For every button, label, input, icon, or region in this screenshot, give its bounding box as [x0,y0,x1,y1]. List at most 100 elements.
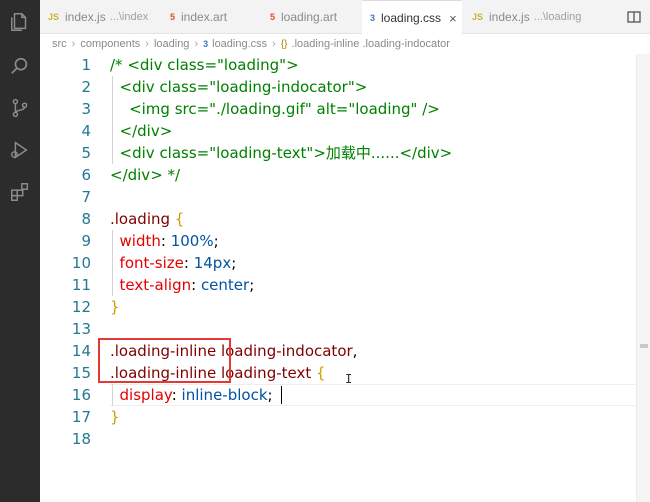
line-number: 9 [81,232,91,250]
run-debug-icon[interactable] [8,138,32,162]
colon: : [171,386,182,404]
semicolon: ; [213,232,219,250]
line-number: 8 [81,210,91,228]
code-line: </div> [110,120,173,142]
code-line: </div> */ [110,164,180,186]
semicolon: ; [231,254,237,272]
tab-label: loading.art [281,10,338,24]
comma: , [352,342,358,360]
tab-description: ...\loading [533,11,582,23]
line-number: 7 [81,188,91,206]
html-file-icon: 5 [170,12,176,22]
code-line: } [110,406,120,428]
tab-label: loading.css [381,11,442,25]
css-value: 100% [170,232,214,250]
colon: : [183,254,194,272]
css-file-icon: 3 [370,13,376,23]
html-file-icon: 5 [270,12,276,22]
breadcrumb-file[interactable]: loading.css [212,38,267,50]
semicolon: ; [267,386,273,404]
line-number: 16 [71,386,91,404]
tab-index-js-loading[interactable]: JS index.js ...\loading [464,0,584,34]
line-number: 15 [71,364,91,382]
css-selector: loading-indocator [216,342,353,360]
annotation-highlight-box [98,338,231,383]
css-selector: .loading [110,210,171,228]
activity-bar [0,0,40,502]
chevron-right-icon: › [194,38,199,50]
line-number: 13 [71,320,91,338]
files-icon[interactable] [8,10,32,34]
scroll-marker [640,344,648,348]
tab-label: index.js [489,10,530,24]
line-number: 6 [81,166,91,184]
search-icon[interactable] [8,54,32,78]
code-line: <div class="loading-indocator"> [110,76,368,98]
brace: } [110,408,120,426]
code-line: <img src="./loading.gif" alt="loading" /… [110,98,440,120]
css-property: display [110,386,172,404]
extensions-icon[interactable] [8,180,32,204]
brace: { [170,210,185,228]
css-property: text-align [110,276,192,294]
comment-text: <div class="loading-indocator"> [110,78,368,96]
colon: : [160,232,171,250]
tab-index-js-index[interactable]: JS index.js ...\index [40,0,152,34]
code-line: font-size: 14px; [110,252,237,274]
breadcrumb-item[interactable]: components [80,38,140,50]
css-file-icon: 3 [203,39,209,49]
symbol-icon: {} [280,38,288,50]
source-control-icon[interactable] [8,96,32,120]
split-editor-icon[interactable] [626,9,642,25]
line-number: 11 [71,276,91,294]
code-line: <div class="loading-text">加载中......</div… [110,142,453,164]
semicolon: ; [249,276,255,294]
tab-loading-art[interactable]: 5 loading.art [262,0,362,34]
close-icon[interactable]: × [449,11,457,26]
chevron-right-icon: › [71,38,76,50]
tab-description: ...\index [109,11,149,23]
line-number: 4 [81,122,91,140]
line-number: 12 [71,298,91,316]
line-number: 3 [81,100,91,118]
line-number: 18 [71,430,91,448]
comment-text: /* <div class="loading"> [110,56,299,74]
comment-text: <img src="./loading.gif" alt="loading" /… [110,100,440,118]
line-number: 17 [71,408,91,426]
css-property: font-size [110,254,184,272]
comment-text: </div> [110,122,173,140]
tab-bar: JS index.js ...\index 5 index.art 5 load… [40,0,650,35]
breadcrumb-item[interactable]: loading [154,38,189,50]
brace: } [110,298,120,316]
tab-label: index.js [65,10,106,24]
code-line: width: 100%; [110,230,219,252]
text-cursor [281,386,282,404]
brace: { [311,364,326,382]
chevron-right-icon: › [272,38,276,50]
tab-loading-css[interactable]: 3 loading.css × [362,0,462,35]
js-file-icon: JS [48,12,60,22]
css-value: center [200,276,250,294]
code-line: display: inline-block; [110,384,273,406]
breadcrumb-item[interactable]: src [52,38,67,50]
code-line: } [110,296,120,318]
breadcrumb: src › components › loading › 3 loading.c… [40,34,650,54]
line-number: 14 [71,342,91,360]
chevron-right-icon: › [145,38,149,50]
line-number: 5 [81,144,91,162]
css-value: 14px [193,254,232,272]
tab-index-art[interactable]: 5 index.art [162,0,258,34]
code-line: text-align: center; [110,274,255,296]
line-number: 2 [81,78,91,96]
line-number: 10 [71,254,91,272]
css-value: inline-block [181,386,268,404]
mouse-ibeam-icon: I [345,372,353,386]
breadcrumb-symbol[interactable]: .loading-inline .loading-indocator [292,38,450,50]
line-number: 1 [81,56,91,74]
colon: : [191,276,201,294]
css-property: width [110,232,161,250]
code-line: .loading { [110,208,184,230]
code-editor[interactable]: 1 2 3 4 5 6 7 8 9 10 11 12 13 14 15 16 1… [40,54,650,502]
js-file-icon: JS [472,12,484,22]
vertical-scrollbar[interactable] [636,54,650,502]
